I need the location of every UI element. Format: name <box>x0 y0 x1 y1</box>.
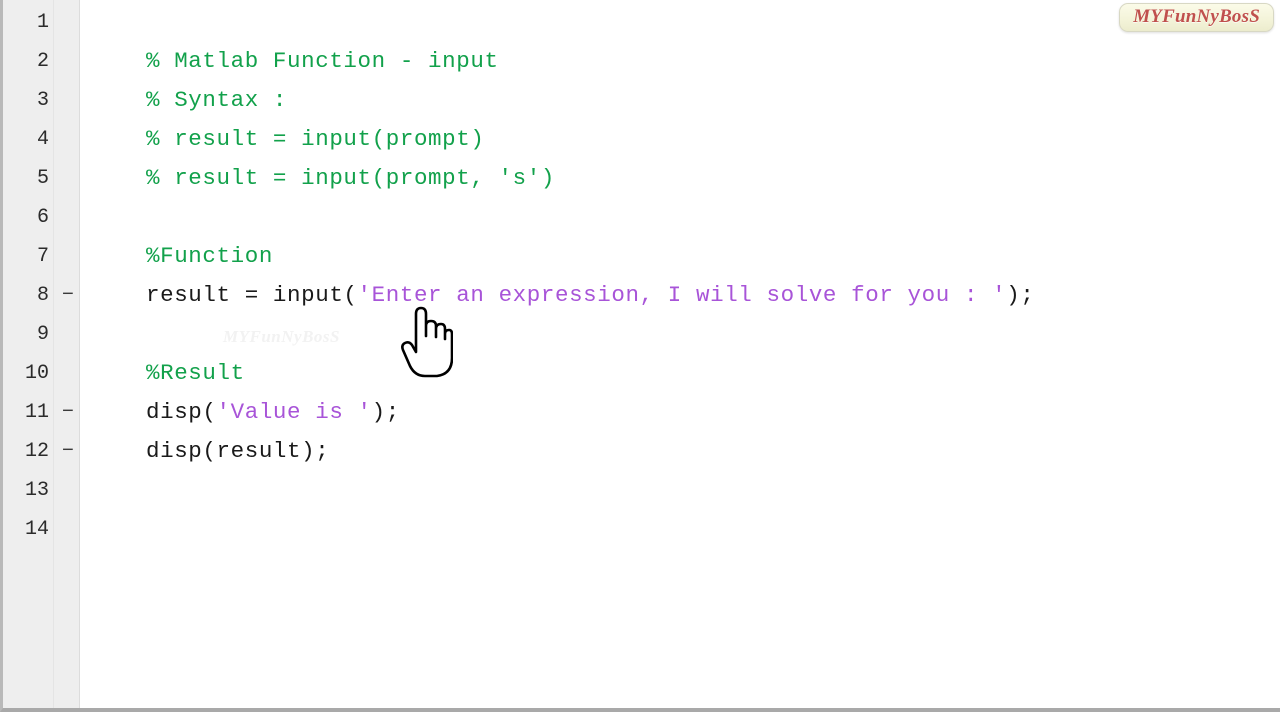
code-line-row[interactable]: 8− result = input('Enter an expression, I… <box>3 276 1280 315</box>
code-line-row[interactable]: 9 <box>3 315 1280 354</box>
code-line-text[interactable]: result = input('Enter an expression, I w… <box>146 276 1034 315</box>
line-number: 8 <box>36 284 49 307</box>
code-editor-panel: 1 2% Matlab Function - input 3% Syntax :4%… <box>0 0 1280 712</box>
line-number: 10 <box>24 362 49 385</box>
code-comment: % Matlab Function - input <box>146 48 499 74</box>
code-comment: % Syntax : <box>146 87 288 113</box>
line-number: 9 <box>36 323 49 346</box>
code-plain: ); <box>371 399 400 425</box>
code-plain: ); <box>1006 282 1035 308</box>
code-line-text[interactable]: %Function <box>146 237 273 276</box>
code-rows: 1 2% Matlab Function - input 3% Syntax :4%… <box>3 3 1280 549</box>
line-number: 7 <box>36 245 49 268</box>
code-line-row[interactable]: 10 %Result <box>3 354 1280 393</box>
code-line-text[interactable]: %Result <box>146 354 245 393</box>
line-number: 11 <box>24 401 49 424</box>
code-comment: % result = input(prompt, 's') <box>146 165 555 191</box>
executable-line-marker[interactable]: − <box>61 432 75 471</box>
code-line-row[interactable]: 6 <box>3 198 1280 237</box>
code-line-row[interactable]: 4 % result = input(prompt) <box>3 120 1280 159</box>
executable-line-marker[interactable]: − <box>61 276 75 315</box>
code-line-text[interactable]: disp('Value is '); <box>146 393 400 432</box>
line-number: 1 <box>36 11 49 34</box>
code-comment: %Function <box>146 243 273 269</box>
channel-logo-badge: MYFunNyBosS <box>1119 3 1274 32</box>
editor-viewport[interactable]: 1 2% Matlab Function - input 3% Syntax :4%… <box>3 0 1280 708</box>
code-plain: disp(result); <box>146 438 330 464</box>
code-line-row[interactable]: 12− disp(result); <box>3 432 1280 471</box>
line-number: 2 <box>36 50 49 73</box>
line-number: 3 <box>36 89 49 112</box>
matlab-editor-screen: 1 2% Matlab Function - input 3% Syntax :4%… <box>0 0 1280 720</box>
code-line-row[interactable]: 14 <box>3 510 1280 549</box>
code-comment: % result = input(prompt) <box>146 126 485 152</box>
executable-line-marker[interactable]: − <box>61 393 75 432</box>
line-number: 5 <box>36 167 49 190</box>
code-plain: disp( <box>146 399 217 425</box>
line-number: 4 <box>36 128 49 151</box>
line-number: 14 <box>24 518 49 541</box>
code-line-row[interactable]: 2 % Matlab Function - input <box>3 42 1280 81</box>
line-number: 13 <box>24 479 49 502</box>
line-number: 12 <box>24 440 49 463</box>
code-line-row[interactable]: 7 %Function <box>3 237 1280 276</box>
code-line-row[interactable]: 1 <box>3 3 1280 42</box>
code-line-text[interactable]: % result = input(prompt, 's') <box>146 159 555 198</box>
code-line-text[interactable]: % Syntax : <box>146 81 287 120</box>
code-line-text[interactable]: % result = input(prompt) <box>146 120 484 159</box>
code-line-row[interactable]: 3 % Syntax : <box>3 81 1280 120</box>
code-line-row[interactable]: 5 % result = input(prompt, 's') <box>3 159 1280 198</box>
line-number: 6 <box>36 206 49 229</box>
code-plain: result = input( <box>146 282 358 308</box>
code-line-row[interactable]: 11− disp('Value is '); <box>3 393 1280 432</box>
code-line-text[interactable]: disp(result); <box>146 432 329 471</box>
code-string: 'Value is ' <box>216 399 372 425</box>
code-comment: %Result <box>146 360 245 386</box>
code-line-row[interactable]: 13 <box>3 471 1280 510</box>
code-line-text[interactable]: % Matlab Function - input <box>146 42 499 81</box>
code-string: 'Enter an expression, I will solve for y… <box>357 282 1007 308</box>
